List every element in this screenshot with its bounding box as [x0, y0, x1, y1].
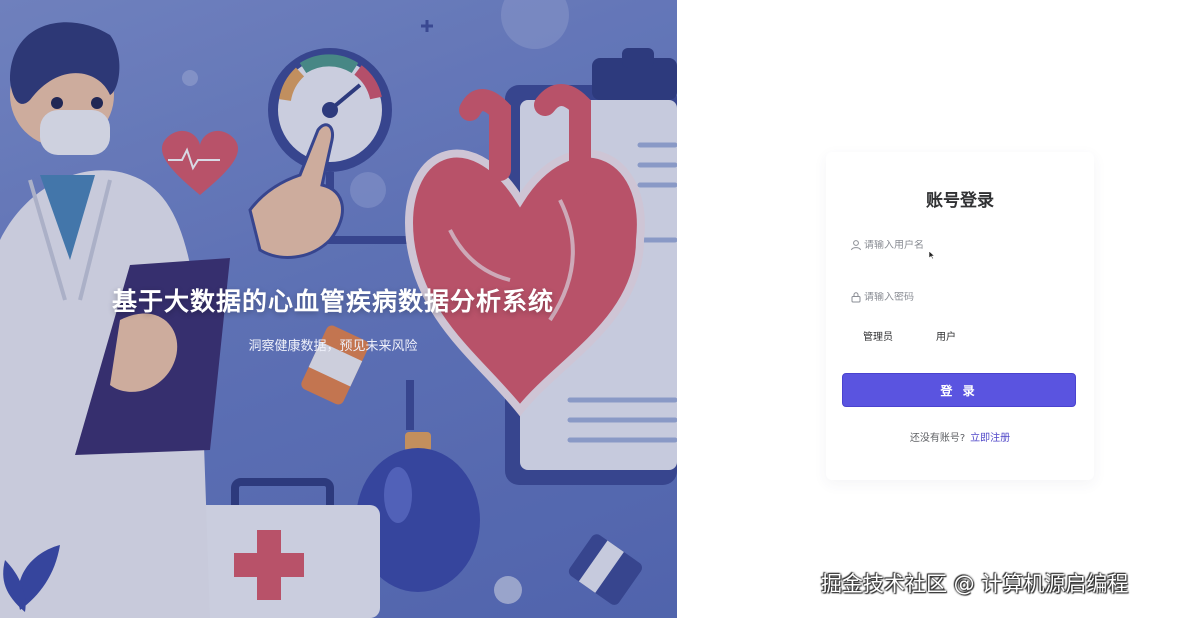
username-field[interactable]	[850, 230, 1086, 260]
register-prompt: 还没有账号?	[909, 433, 966, 444]
hero-panel: 基于大数据的心血管疾病数据分析系统 洞察健康数据，预见未来风险	[0, 0, 677, 618]
login-title: 账号登录	[926, 191, 994, 211]
password-field[interactable]	[850, 282, 1086, 312]
system-title: 基于大数据的心血管疾病数据分析系统	[111, 287, 554, 316]
user-icon	[850, 239, 862, 251]
mouse-cursor-icon	[928, 250, 936, 260]
login-button[interactable]: 登 录	[842, 373, 1076, 407]
watermark: 掘金技术社区 @ 计算机源启编程	[821, 572, 1129, 596]
register-link[interactable]: 立即注册	[970, 433, 1010, 444]
register-row: 还没有账号? 立即注册	[826, 429, 1094, 444]
role-selector: 管理员 用户	[863, 328, 999, 343]
role-option-admin[interactable]: 管理员	[863, 328, 893, 343]
system-subtitle: 洞察健康数据，预见未来风险	[248, 339, 418, 354]
login-card: 账号登录 管理员 用户 登 录 还没有账号? 立即注册	[826, 152, 1094, 480]
password-input[interactable]	[864, 291, 1064, 303]
username-input[interactable]	[864, 239, 1064, 251]
role-option-user[interactable]: 用户	[936, 328, 956, 343]
lock-icon	[850, 291, 862, 303]
